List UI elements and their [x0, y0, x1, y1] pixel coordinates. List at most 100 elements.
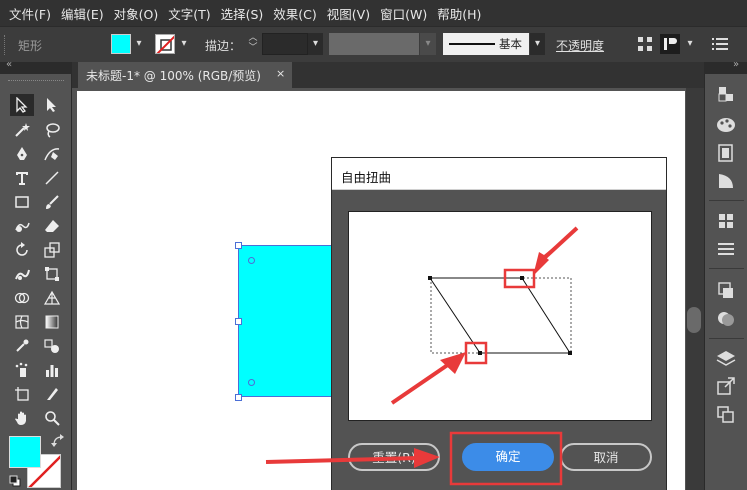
curvature-tool[interactable]	[40, 143, 64, 165]
toolbar-grip[interactable]	[8, 80, 64, 82]
brushes-icon[interactable]	[714, 170, 738, 192]
panel-menu-icon[interactable]	[712, 37, 728, 51]
menu-select[interactable]: 选择(S)	[216, 4, 269, 23]
gradient-panel-icon[interactable]	[714, 280, 738, 302]
color-guide-icon[interactable]	[714, 84, 738, 106]
magic-wand-tool[interactable]	[10, 119, 34, 141]
artboard-icon	[15, 387, 29, 401]
toolbar-header[interactable]: «	[0, 59, 72, 74]
lasso-tool[interactable]	[40, 119, 64, 141]
stroke-swatch[interactable]	[155, 34, 175, 54]
fill-swatch[interactable]	[111, 34, 131, 54]
eraser-tool[interactable]	[40, 215, 64, 237]
dialog-titlebar[interactable]: 自由扭曲	[332, 158, 666, 190]
transform-chevron-icon[interactable]: ▾	[683, 34, 697, 54]
rectangle-tool[interactable]	[10, 191, 34, 213]
menu-bar: 文件(F) 编辑(E) 对象(O) 文字(T) 选择(S) 效果(C) 视图(V…	[0, 0, 747, 26]
eyedropper-tool[interactable]	[10, 335, 34, 357]
layers-icon[interactable]	[714, 348, 738, 370]
bounding-handle-middle-left[interactable]	[235, 318, 242, 325]
pen-tool[interactable]	[10, 143, 34, 165]
stroke-label[interactable]: 描边：	[205, 37, 241, 54]
gradient-tool[interactable]	[40, 311, 64, 333]
ok-button[interactable]: 确定	[462, 443, 554, 471]
menu-type[interactable]: 文字(T)	[163, 4, 215, 23]
symbols-icon[interactable]	[714, 210, 738, 232]
menu-edit[interactable]: 编辑(E)	[56, 4, 109, 23]
control-bar-grip[interactable]	[4, 35, 7, 55]
variable-width-chevron-icon[interactable]: ▾	[420, 33, 436, 55]
menu-object[interactable]: 对象(O)	[109, 4, 164, 23]
stroke-dropdown-chevron-icon[interactable]: ▾	[177, 34, 191, 54]
asset-export-icon[interactable]	[714, 376, 738, 398]
blend-tool[interactable]	[40, 335, 64, 357]
symbol-sprayer-tool[interactable]	[10, 359, 34, 381]
slice-tool[interactable]	[40, 383, 64, 405]
vertical-scrollbar-thumb[interactable]	[687, 307, 701, 333]
color-icon[interactable]	[714, 114, 738, 136]
free-transform-tool[interactable]	[40, 263, 64, 285]
stroke-weight-stepper[interactable]: ︿ ﹀	[245, 33, 261, 55]
vertical-scrollbar[interactable]	[686, 88, 704, 490]
fill-color-box[interactable]	[9, 436, 41, 468]
document-tab[interactable]: 未标题-1* @ 100% (RGB/预览) ×	[78, 62, 292, 88]
perspective-grid-tool[interactable]	[40, 287, 64, 309]
direct-selection-tool[interactable]	[40, 94, 64, 116]
distort-handle-bottom-right[interactable]	[568, 351, 572, 355]
rotate-tool[interactable]	[10, 239, 34, 261]
shaper-tool[interactable]	[10, 215, 34, 237]
blend-icon	[44, 339, 59, 353]
perspective-grid-icon	[44, 290, 60, 305]
shape-builder-tool[interactable]	[10, 287, 34, 309]
live-corner-widget[interactable]	[248, 379, 255, 386]
paintbrush-tool[interactable]	[40, 191, 64, 213]
swatches-icon[interactable]	[714, 142, 738, 164]
distort-handle-top-right[interactable]	[520, 276, 524, 280]
brush-definition-select[interactable]: 基本	[443, 33, 529, 55]
zoom-tool[interactable]	[40, 407, 64, 429]
document-tab-title: 未标题-1* @ 100% (RGB/预览)	[86, 69, 261, 83]
fill-dropdown-chevron-icon[interactable]: ▾	[132, 34, 146, 54]
column-graph-tool[interactable]	[40, 359, 64, 381]
variable-width-profile[interactable]	[329, 33, 419, 55]
stroke-icon[interactable]	[714, 238, 738, 260]
selection-tool[interactable]	[10, 94, 34, 116]
transform-icon[interactable]	[660, 34, 680, 54]
opacity-link[interactable]: 不透明度	[556, 37, 604, 54]
reset-button[interactable]: 重置(R)	[348, 443, 440, 471]
artboards-icon[interactable]	[714, 404, 738, 426]
shape-builder-icon	[14, 292, 30, 304]
collapse-chevrons-icon[interactable]: «	[6, 59, 12, 70]
selected-rectangle[interactable]	[238, 245, 342, 397]
menu-help[interactable]: 帮助(H)	[432, 4, 486, 23]
line-tool[interactable]	[40, 167, 64, 189]
scale-tool[interactable]	[40, 239, 64, 261]
transparency-icon[interactable]	[714, 308, 738, 330]
cancel-button[interactable]: 取消	[560, 443, 652, 471]
distort-handle-top-left[interactable]	[428, 276, 432, 280]
stroke-weight-chevron-icon[interactable]: ▾	[308, 33, 323, 55]
align-icon[interactable]	[637, 36, 653, 52]
dock-header[interactable]: »	[704, 59, 747, 74]
bounding-handle-top-left[interactable]	[235, 242, 242, 249]
menu-file[interactable]: 文件(F)	[4, 4, 56, 23]
stroke-weight-input[interactable]	[262, 33, 308, 55]
artboard-tool[interactable]	[10, 383, 34, 405]
swap-fill-stroke-icon[interactable]	[51, 434, 65, 448]
collapse-chevrons-icon[interactable]: »	[733, 59, 739, 70]
mesh-tool[interactable]	[10, 311, 34, 333]
warp-tool[interactable]	[10, 263, 34, 285]
menu-window[interactable]: 窗口(W)	[375, 4, 432, 23]
menu-view[interactable]: 视图(V)	[322, 4, 375, 23]
close-icon[interactable]: ×	[276, 67, 285, 80]
free-distort-dialog: 自由扭曲 重置(R) 确定 取消	[331, 157, 667, 490]
type-tool[interactable]	[10, 167, 34, 189]
hand-tool[interactable]	[10, 407, 34, 429]
live-corner-widget[interactable]	[248, 257, 255, 264]
bounding-handle-bottom-left[interactable]	[235, 394, 242, 401]
control-bar: 矩形 ▾ ▾ 描边： ︿ ﹀ ▾ ▾ 基本 ▾ 不透明度 ▾	[0, 26, 747, 62]
default-fill-stroke-icon[interactable]	[9, 475, 21, 487]
brush-chevron-icon[interactable]: ▾	[530, 33, 545, 55]
menu-effect[interactable]: 效果(C)	[268, 4, 321, 23]
distort-handle-bottom-left[interactable]	[478, 351, 482, 355]
